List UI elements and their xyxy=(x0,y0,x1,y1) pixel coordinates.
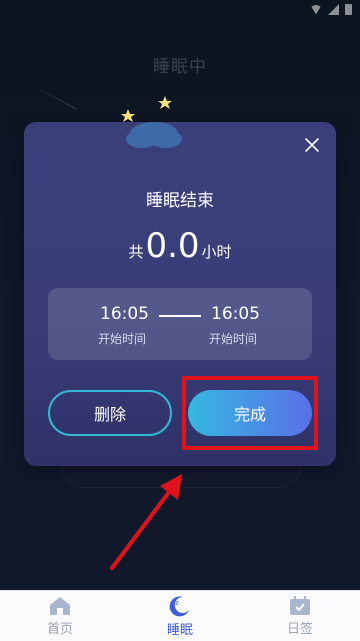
tab-daily-label: 日签 xyxy=(286,621,313,637)
close-icon xyxy=(305,138,319,152)
total-value: 0.0 xyxy=(145,226,200,266)
dialog-title: 睡眠结束 xyxy=(146,191,214,211)
close-button[interactable] xyxy=(298,131,326,159)
tab-home-label: 首页 xyxy=(46,621,73,637)
time-separator xyxy=(159,315,201,317)
tab-home[interactable]: 首页 xyxy=(0,591,120,641)
total-duration: 共 0.0 小时 xyxy=(0,226,360,266)
annotation-arrow-icon xyxy=(110,474,182,570)
delete-button[interactable]: 删除 xyxy=(48,390,172,436)
end-time-label: 开始时间 xyxy=(209,332,258,346)
home-icon xyxy=(50,596,70,615)
start-time-label: 开始时间 xyxy=(98,332,147,346)
tab-bar: 首页 z 睡眠 日签 xyxy=(0,590,360,641)
tab-daily[interactable]: 日签 xyxy=(240,591,360,641)
end-time: 16:05 xyxy=(211,304,260,324)
sleep-moon-icon: z xyxy=(169,595,189,616)
svg-text:z: z xyxy=(175,599,179,607)
tab-sleep[interactable]: z 睡眠 xyxy=(120,591,240,641)
highlight-box xyxy=(182,376,318,450)
tab-sleep-label: 睡眠 xyxy=(166,622,193,638)
total-prefix: 共 xyxy=(128,243,144,261)
total-unit: 小时 xyxy=(201,243,232,261)
time-range-box xyxy=(48,288,312,360)
start-time: 16:05 xyxy=(100,304,149,324)
moon-cloud-icon xyxy=(121,82,234,156)
calendar-icon xyxy=(290,595,310,615)
